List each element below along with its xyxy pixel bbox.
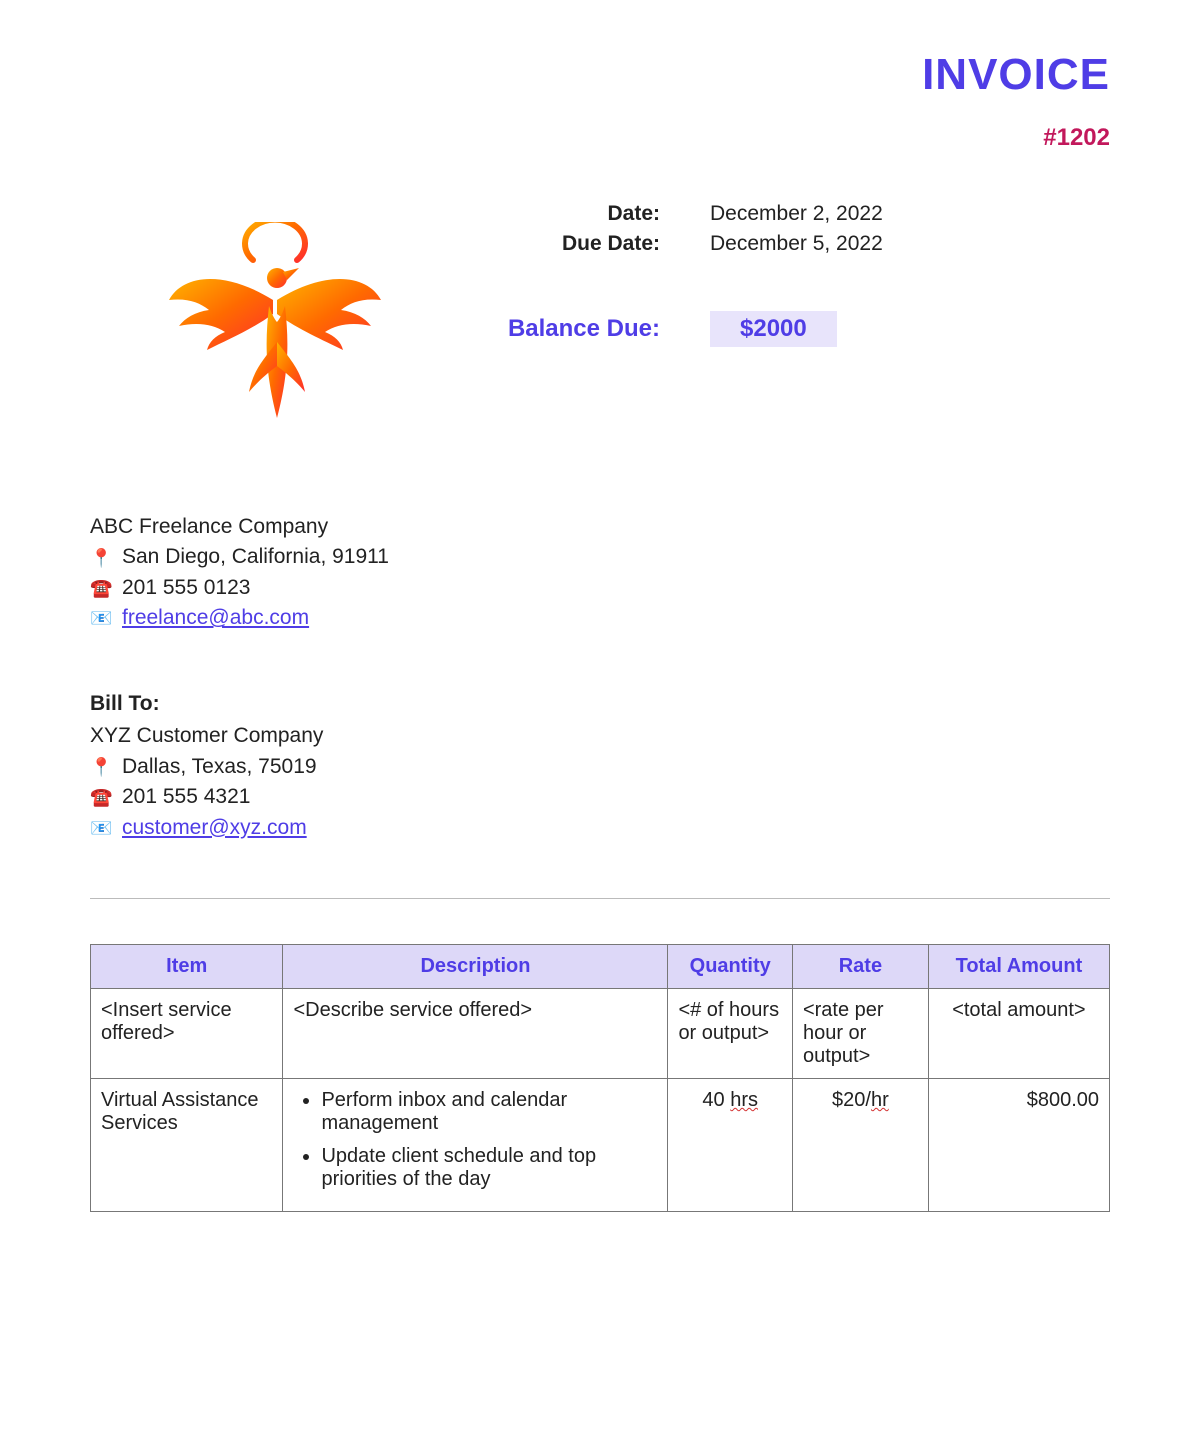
section-divider: [90, 898, 1110, 899]
date-value: December 2, 2022: [710, 202, 1110, 226]
invoice-title: INVOICE: [90, 50, 1110, 100]
cell-item: <Insert service offered>: [91, 988, 283, 1078]
phone-icon: ☎️: [90, 784, 112, 810]
date-label: Date:: [460, 202, 710, 226]
mail-icon: 📧: [90, 815, 112, 841]
bill-to-phone: 201 555 4321: [122, 782, 250, 812]
cell-description: <Describe service offered>: [283, 988, 668, 1078]
phoenix-logo-icon: [165, 222, 385, 422]
cell-quantity: <# of hours or output>: [668, 988, 793, 1078]
cell-rate: <rate per hour or output>: [792, 988, 928, 1078]
col-header-description: Description: [283, 944, 668, 988]
cell-rate: $20/hr: [792, 1078, 928, 1211]
phone-icon: ☎️: [90, 575, 112, 601]
col-header-rate: Rate: [792, 944, 928, 988]
cell-description: Perform inbox and calendar management Up…: [283, 1078, 668, 1211]
bill-to-company-name: XYZ Customer Company: [90, 721, 1110, 751]
invoice-number: #1202: [90, 124, 1110, 152]
col-header-total: Total Amount: [928, 944, 1109, 988]
table-row: Virtual Assistance Services Perform inbo…: [91, 1078, 1110, 1211]
desc-bullet: Update client schedule and top prioritie…: [321, 1145, 657, 1191]
due-date-label: Due Date:: [460, 232, 710, 256]
table-row: <Insert service offered> <Describe servi…: [91, 988, 1110, 1078]
from-phone: 201 555 0123: [122, 573, 250, 603]
from-company-name: ABC Freelance Company: [90, 512, 1110, 542]
balance-due-value: $2000: [710, 311, 837, 347]
bill-to-block: Bill To: XYZ Customer Company 📍 Dallas, …: [90, 689, 1110, 843]
cell-total: <total amount>: [928, 988, 1109, 1078]
from-block: ABC Freelance Company 📍 San Diego, Calif…: [90, 512, 1110, 634]
balance-due-label: Balance Due:: [460, 315, 710, 343]
pin-icon: 📍: [90, 754, 112, 780]
desc-bullet: Perform inbox and calendar management: [321, 1089, 657, 1135]
cell-quantity: 40 hrs: [668, 1078, 793, 1211]
col-header-item: Item: [91, 944, 283, 988]
bill-to-address: Dallas, Texas, 75019: [122, 752, 317, 782]
line-items-table: Item Description Quantity Rate Total Amo…: [90, 944, 1110, 1212]
cell-total: $800.00: [928, 1078, 1109, 1211]
due-date-value: December 5, 2022: [710, 232, 1110, 256]
col-header-quantity: Quantity: [668, 944, 793, 988]
bill-to-heading: Bill To:: [90, 689, 1110, 719]
mail-icon: 📧: [90, 605, 112, 631]
pin-icon: 📍: [90, 545, 112, 571]
cell-item: Virtual Assistance Services: [91, 1078, 283, 1211]
from-address: San Diego, California, 91911: [122, 542, 389, 572]
bill-to-email-link[interactable]: customer@xyz.com: [122, 813, 307, 843]
from-email-link[interactable]: freelance@abc.com: [122, 603, 309, 633]
